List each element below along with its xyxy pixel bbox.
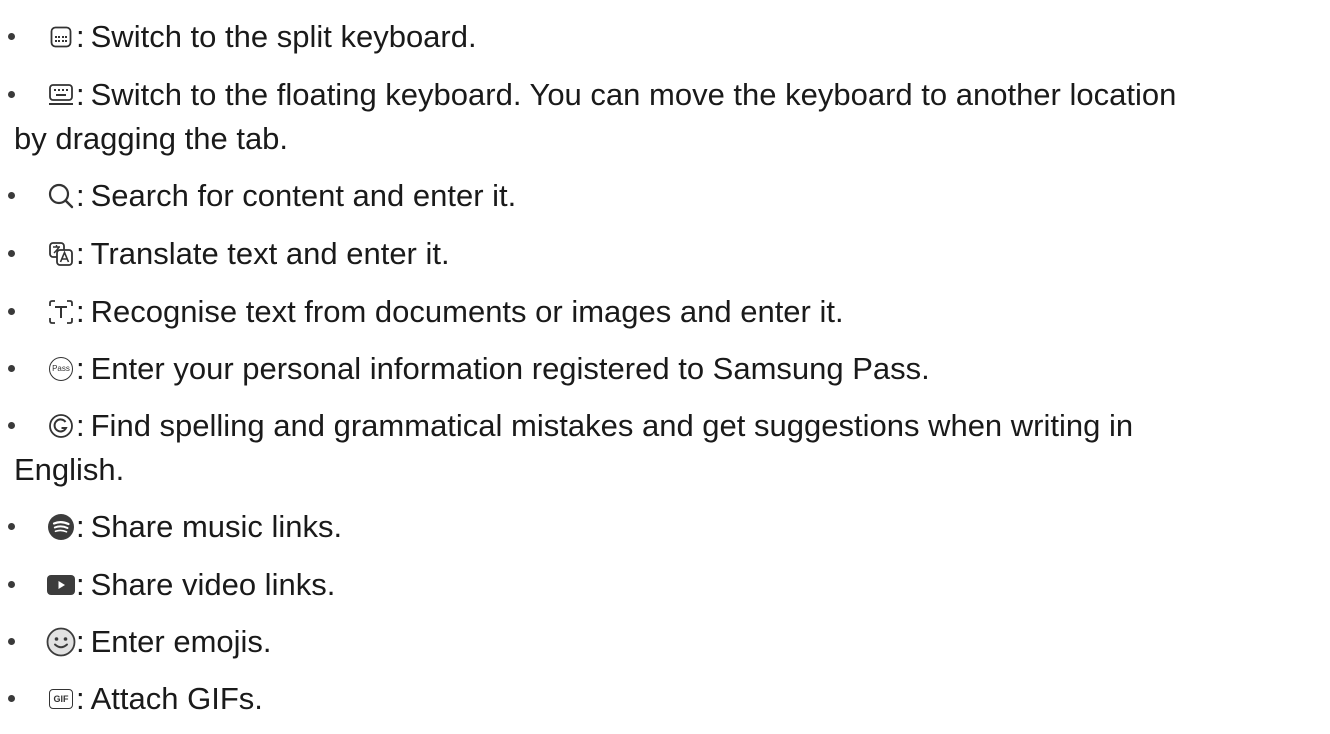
item-text: : Find spelling and grammatical mistakes … <box>76 408 1134 443</box>
bullet <box>8 33 15 40</box>
item-text: : Search for content and enter it. <box>76 178 517 213</box>
item-text: : Enter your personal information registe… <box>76 351 930 386</box>
item-text: : Translate text and enter it. <box>76 236 450 271</box>
bullet <box>8 250 15 257</box>
bullet <box>8 308 15 315</box>
grammarly-icon <box>46 411 76 441</box>
bullet <box>8 91 15 98</box>
bullet <box>8 581 15 588</box>
split-keyboard-icon <box>46 22 76 52</box>
item-text-continued: by dragging the tab. <box>14 121 289 156</box>
bullet <box>8 638 15 645</box>
gif-icon: GIF <box>46 684 76 714</box>
translate-icon <box>46 239 76 269</box>
bullet <box>8 695 15 702</box>
text-recognition-icon <box>46 297 76 327</box>
bullet <box>8 365 15 372</box>
item-text: : Enter emojis. <box>76 624 272 659</box>
item-text-continued: English. <box>14 452 125 487</box>
bullet <box>8 192 15 199</box>
item-text: : Recognise text from documents or images… <box>76 294 844 329</box>
item-text: : Switch to the split keyboard. <box>76 19 477 54</box>
item-text: : Share video links. <box>76 567 336 602</box>
floating-keyboard-icon <box>46 80 76 110</box>
item-text: : Share music links. <box>76 509 343 544</box>
bullet <box>8 422 15 429</box>
youtube-icon <box>46 570 76 600</box>
spotify-icon <box>46 512 76 542</box>
emoji-icon <box>46 627 76 657</box>
item-text: : Attach GIFs. <box>76 681 263 716</box>
item-text: : Switch to the floating keyboard. You ca… <box>76 77 1177 112</box>
bullet <box>8 523 15 530</box>
search-icon <box>46 181 76 211</box>
samsung-pass-icon: Pass <box>46 354 76 384</box>
